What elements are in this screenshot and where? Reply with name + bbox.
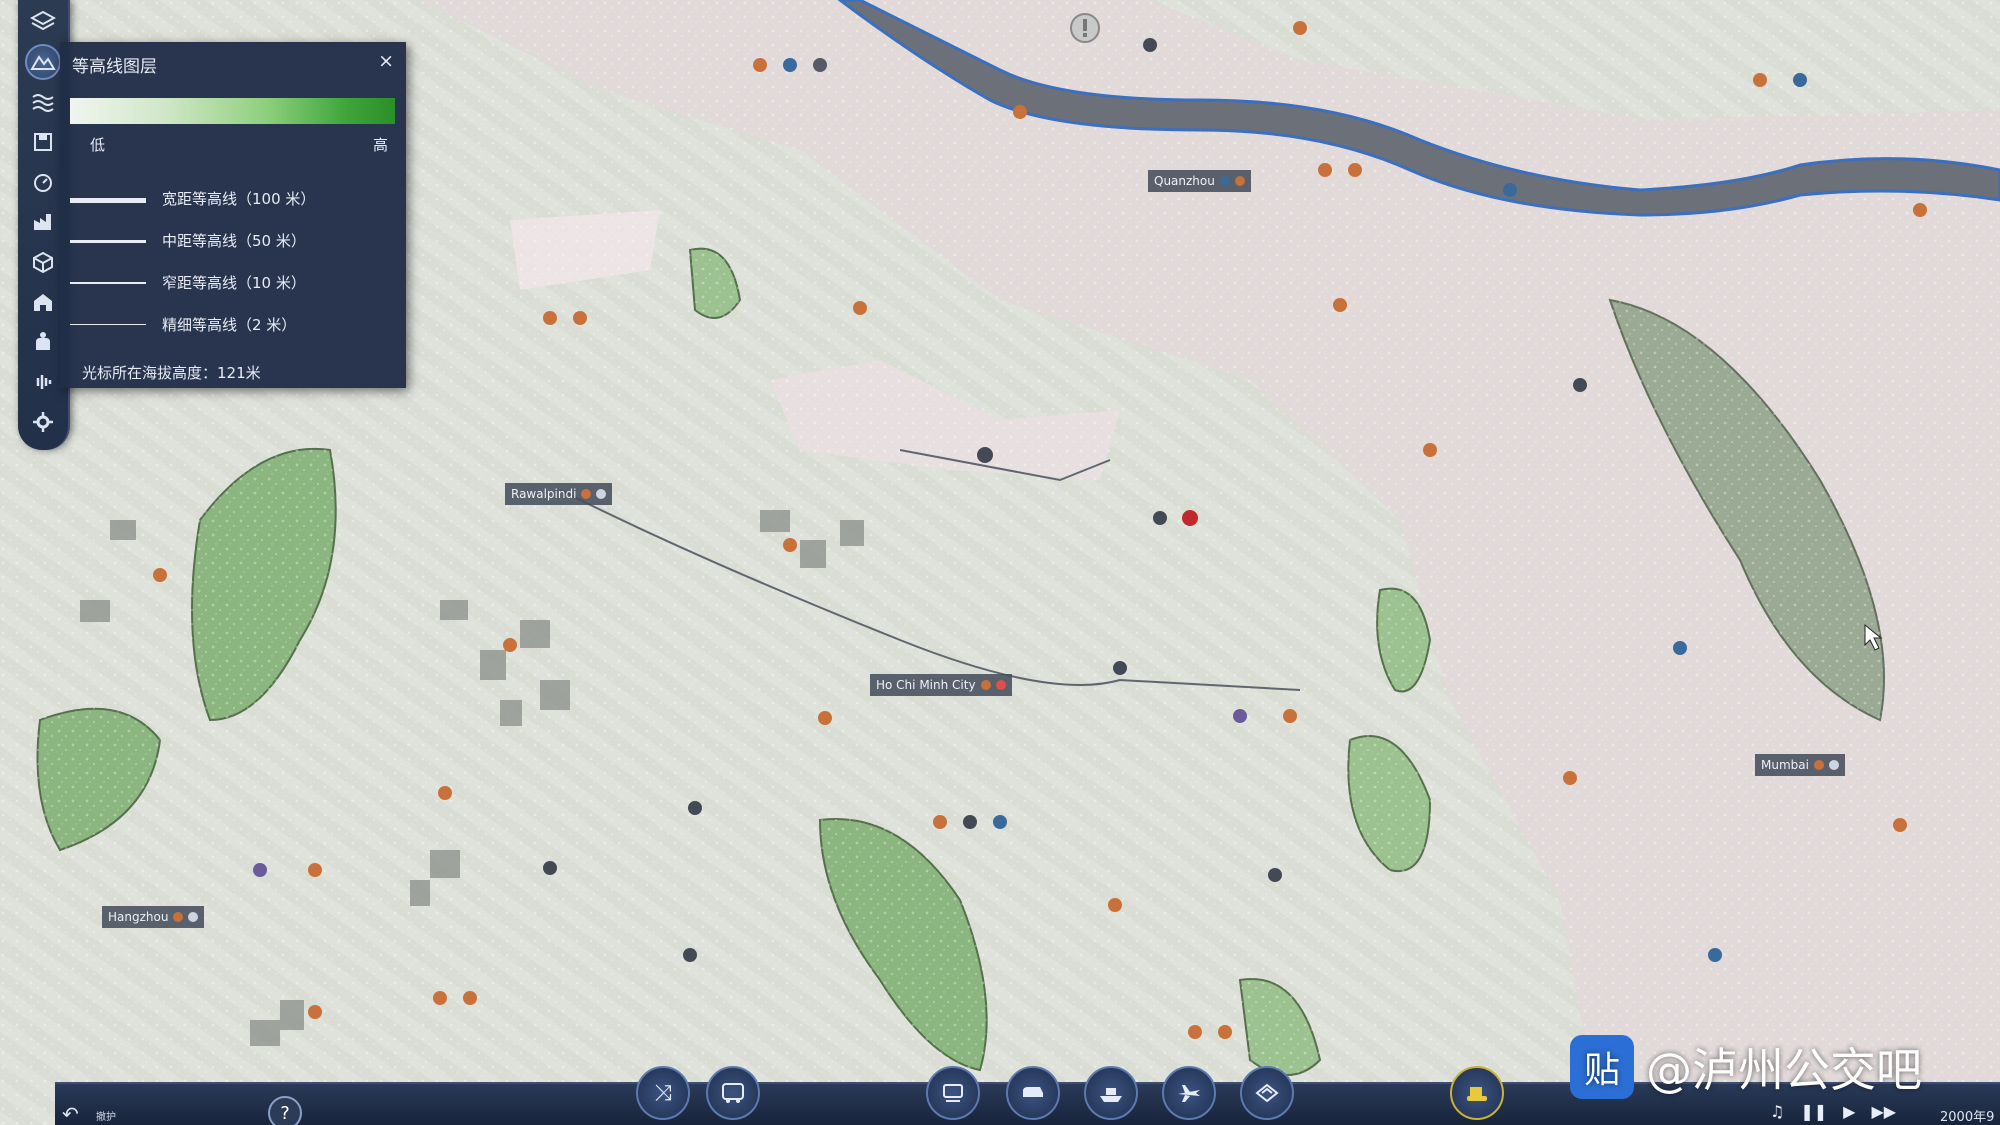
legend-line-icon	[70, 282, 146, 284]
train-icon[interactable]	[926, 1066, 980, 1120]
cargo-icon	[1813, 760, 1824, 770]
playback-controls: ♫ ❚❚ ▶ ▶▶	[1770, 1102, 1896, 1121]
watermark-text: @泸州公交吧	[1646, 1043, 1922, 1097]
legend-line-icon	[70, 324, 146, 325]
city-label-quanzhou[interactable]: Quanzhou	[1148, 170, 1251, 192]
cargo-icon	[1234, 176, 1245, 186]
tram-icon[interactable]	[1006, 1066, 1060, 1120]
cargo-icon	[980, 680, 991, 690]
industry-icon[interactable]	[25, 204, 61, 240]
play-icon[interactable]: ▶	[1843, 1102, 1855, 1121]
bulldozer-icon[interactable]	[1450, 1066, 1504, 1120]
settings-icon[interactable]	[25, 404, 61, 440]
pause-icon[interactable]: ❚❚	[1800, 1102, 1827, 1121]
watermark: 贴 @泸州公交吧	[1570, 1035, 1922, 1099]
save-icon[interactable]	[25, 124, 61, 160]
city-label-ho-chi-minh-city[interactable]: Ho Chi Minh City	[870, 674, 1012, 696]
city-label-mumbai[interactable]: Mumbai	[1755, 754, 1845, 776]
undo-label: 撤护	[96, 1112, 116, 1123]
city-name: Ho Chi Minh City	[876, 678, 976, 692]
contour-layer-panel: 等高线图层 × 低 高 宽距等高线（100 米） 中距等高线（50 米） 窄距等…	[60, 42, 406, 388]
town-icon[interactable]	[25, 284, 61, 320]
legend-label: 窄距等高线（10 米）	[162, 274, 306, 292]
passenger-icon	[995, 680, 1006, 690]
legend-label: 中距等高线（50 米）	[162, 232, 306, 250]
legend-line-icon	[70, 240, 146, 243]
legend-label: 宽距等高线（100 米）	[162, 190, 316, 208]
legend-row-medium[interactable]: 中距等高线（50 米）	[70, 230, 400, 254]
legend-label: 精细等高线（2 米）	[162, 316, 297, 334]
shuffle-icon[interactable]: ⤨	[636, 1066, 690, 1120]
city-name: Quanzhou	[1154, 174, 1215, 188]
scale-low-label: 低	[90, 136, 106, 154]
passenger-icon	[188, 912, 199, 922]
bus-icon[interactable]	[706, 1066, 760, 1120]
tieba-logo-icon: 贴	[1570, 1035, 1634, 1099]
timer-icon[interactable]	[25, 164, 61, 200]
hand-icon[interactable]	[25, 324, 61, 360]
terrain-icon[interactable]	[25, 44, 61, 80]
close-icon[interactable]: ×	[378, 50, 394, 72]
cursor-elevation-readout: 光标所在海拔高度：121米	[82, 364, 261, 382]
bus-icon	[1219, 176, 1230, 186]
scale-high-label: 高	[372, 136, 388, 154]
city-name: Mumbai	[1761, 758, 1809, 772]
city-label-hangzhou[interactable]: Hangzhou	[102, 906, 205, 928]
passenger-icon	[596, 489, 607, 499]
layers-icon[interactable]	[25, 4, 61, 40]
city-label-rawalpindi[interactable]: Rawalpindi	[505, 483, 613, 505]
cargo-icon	[581, 489, 592, 499]
city-name: Rawalpindi	[511, 487, 577, 501]
terrain-tool-icon[interactable]	[1240, 1066, 1294, 1120]
help-button[interactable]: ?	[268, 1096, 302, 1125]
legend-row-fine[interactable]: 精细等高线（2 米）	[70, 314, 400, 338]
panel-title: 等高线图层	[72, 57, 157, 77]
elevation-color-scale	[70, 98, 395, 124]
plane-icon[interactable]	[1162, 1066, 1216, 1120]
fast-forward-icon[interactable]: ▶▶	[1871, 1102, 1896, 1121]
ship-icon[interactable]	[1084, 1066, 1138, 1120]
passenger-icon	[1828, 760, 1839, 770]
legend-row-wide[interactable]: 宽距等高线（100 米）	[70, 188, 400, 212]
cargo-icon	[173, 912, 184, 922]
water-icon[interactable]	[25, 84, 61, 120]
game-screen: 等高线图层 × 低 高 宽距等高线（100 米） 中距等高线（50 米） 窄距等…	[0, 0, 2000, 1125]
music-icon[interactable]: ♫	[1770, 1102, 1784, 1121]
undo-icon[interactable]: ↶	[62, 1102, 79, 1125]
city-name: Hangzhou	[108, 910, 169, 924]
cargo-icon[interactable]	[25, 244, 61, 280]
legend-line-icon	[70, 198, 146, 203]
sound-icon[interactable]	[25, 364, 61, 400]
game-date: 2000年9	[1940, 1110, 1995, 1125]
legend-row-narrow[interactable]: 窄距等高线（10 米）	[70, 272, 400, 296]
